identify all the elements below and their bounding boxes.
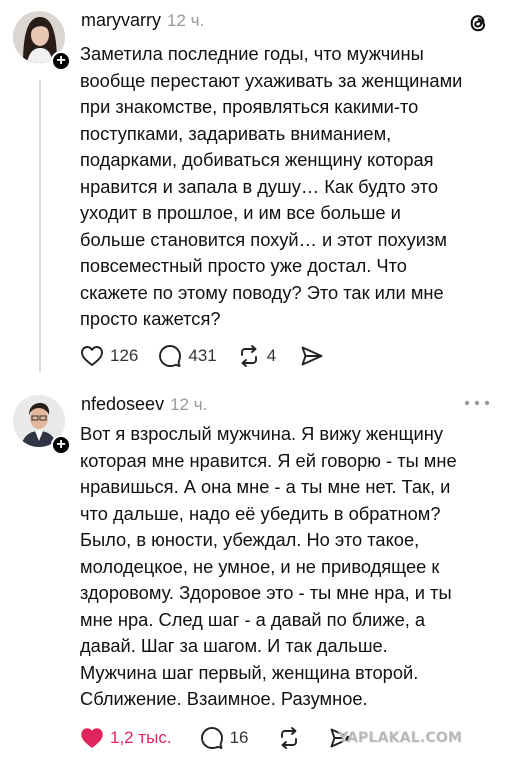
repost-icon [280,727,297,749]
comment-bubble-icon [200,727,223,749]
follow-plus-icon[interactable]: + [51,51,71,71]
post-actions: 126 431 4 [80,341,342,371]
thread-connector-line [39,80,41,372]
send-icon [301,346,323,366]
repost-button[interactable]: 4 [237,344,276,368]
heart-filled-icon [81,728,103,748]
comment-count: 431 [188,346,217,365]
share-button[interactable] [300,345,324,367]
like-count: 1,2 тыс. [110,728,172,747]
post-text: Заметила последние годы, что мужчины воо… [80,43,463,329]
avatar-nfedoseev[interactable]: + [13,395,71,455]
repost-count: 4 [266,346,277,365]
repost-button[interactable] [277,726,301,750]
post-header: nfedoseev 12 ч. [81,394,207,420]
threads-logo-icon [470,15,486,32]
username[interactable]: nfedoseev [81,394,164,414]
site-watermark: YAPLAKAL.COM [338,728,462,748]
timestamp: 12 ч. [167,11,205,30]
like-count: 126 [110,346,139,365]
comment-button[interactable]: 16 [200,726,249,750]
comment-count: 16 [229,728,249,747]
post-actions: 1,2 тыс. 16 [80,723,371,753]
avatar-maryvarry[interactable]: + [13,11,71,71]
username[interactable]: maryvarry [81,10,161,30]
post-maryvarry: + maryvarry 12 ч. Заметила последние годы… [0,0,510,385]
post-header: maryvarry 12 ч. [81,10,204,36]
watermark-text: YAPLAKAL.COM [338,730,463,746]
follow-plus-icon[interactable]: + [51,435,71,455]
comment-button[interactable]: 431 [158,344,217,368]
like-button[interactable]: 126 [80,345,138,367]
post-text: Вот я взрослый мужчина. Я вижу женщину к… [80,423,457,709]
timestamp: 12 ч. [170,395,208,414]
like-button[interactable]: 1,2 тыс. [80,727,172,749]
repost-icon [240,345,257,367]
comment-bubble-icon [159,345,182,367]
more-options-icon[interactable] [463,398,491,408]
heart-icon [81,346,103,366]
post-nfedoseev: + nfedoseev 12 ч. Вот я взрослый мужчина.… [0,385,510,768]
